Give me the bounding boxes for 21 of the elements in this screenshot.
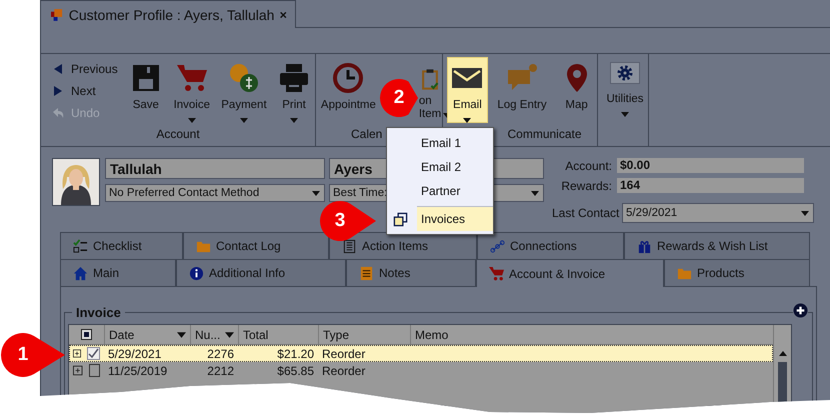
type-cell: Reorder bbox=[322, 346, 366, 360]
total-cell: $65.85 bbox=[277, 364, 314, 378]
group-label: Calen bbox=[351, 127, 382, 142]
invoice-heading: Invoice bbox=[75, 305, 122, 320]
window-title: Customer Profile : Ayers, Tallulah bbox=[68, 6, 274, 22]
group-label: Communicate bbox=[507, 127, 582, 142]
callout-badge: 1 bbox=[1, 333, 65, 377]
number-cell: 2276 bbox=[207, 346, 234, 360]
account-value: $0.00 bbox=[617, 158, 804, 173]
date-cell: 5/29/2021 bbox=[108, 346, 162, 360]
rewards-value: 164 bbox=[617, 178, 804, 193]
number-cell: 2212 bbox=[207, 364, 234, 378]
callout-badge: 3 bbox=[320, 201, 376, 241]
total-cell: $21.20 bbox=[277, 346, 314, 360]
group-label: Account bbox=[156, 127, 200, 142]
last-contact-label: Last Contact bbox=[552, 206, 617, 220]
callout-badge: 2 bbox=[380, 79, 418, 117]
type-cell: Reorder bbox=[322, 364, 366, 378]
rewards-label: Rewards: bbox=[560, 178, 612, 192]
date-cell: 11/25/2019 bbox=[108, 364, 168, 378]
account-label: Account: bbox=[564, 158, 612, 172]
